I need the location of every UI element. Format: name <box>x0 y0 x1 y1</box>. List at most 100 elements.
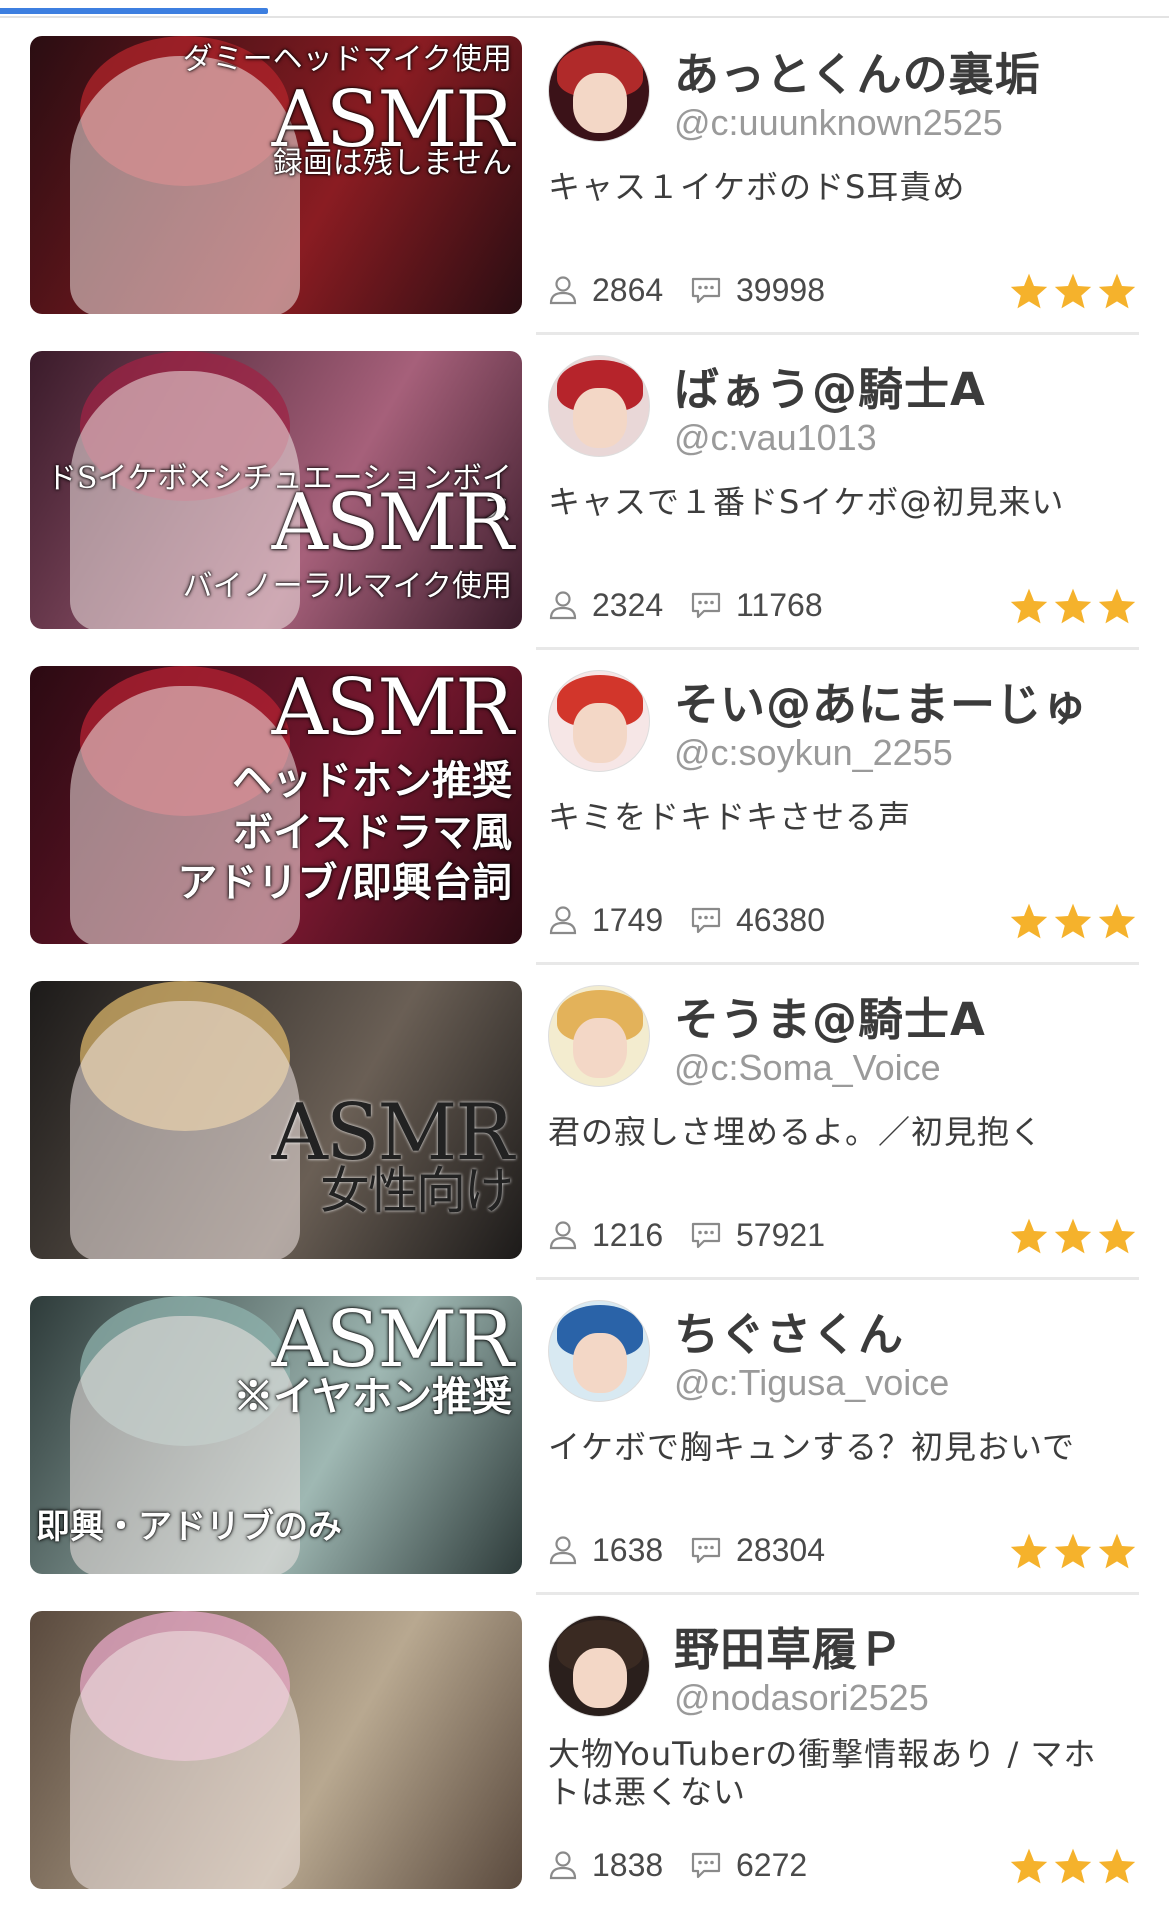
avatar-face <box>573 1333 627 1393</box>
broadcaster-handle: @c:Tigusa_voice <box>674 1362 950 1403</box>
stream-card[interactable]: 野田草履Ｐ @nodasori2525 大物YouTuberの衝撃情報あり / … <box>0 1595 1169 1910</box>
comment-count-value: 28304 <box>736 1531 825 1568</box>
stream-thumbnail[interactable]: ASMR 女性向け <box>30 981 522 1259</box>
thumbnail-caption-line: 録画は残しません <box>272 146 512 181</box>
rating-stars <box>1006 1847 1138 1885</box>
star-icon <box>1010 273 1048 309</box>
comment-count: 57921 <box>690 1215 825 1255</box>
stream-thumbnail[interactable] <box>30 1611 522 1889</box>
star-icon <box>1010 1848 1048 1884</box>
star-icon <box>1010 1533 1048 1569</box>
thumbnail-caption-line: ※イヤホン推奨 <box>233 1373 512 1420</box>
comment-count-value: 57921 <box>736 1216 825 1253</box>
broadcaster-handle: @c:uuunknown2525 <box>674 102 1003 143</box>
rating-stars <box>1006 1217 1138 1255</box>
broadcaster-name[interactable]: ばぁう@騎士A <box>674 353 986 418</box>
avatar-face <box>573 1018 627 1078</box>
stream-thumbnail[interactable]: ダミーヘッドマイク使用 ASMR 録画は残しません <box>30 36 522 314</box>
stream-card[interactable]: ドSイケボ×シチュエーションボイス ASMR バイノーラルマイク使用 ばぁう@騎士A… <box>0 335 1169 650</box>
avatar[interactable] <box>548 670 650 772</box>
listener-count-value: 1838 <box>592 1846 664 1883</box>
broadcaster-name[interactable]: 野田草履Ｐ <box>674 1613 904 1678</box>
thumbnail-caption-line: ダミーヘッドマイク使用 <box>182 42 512 77</box>
thumbnail-caption-line: ASMR <box>271 1296 514 1385</box>
star-icon <box>1054 588 1092 624</box>
listener-count: 1216 <box>548 1215 663 1255</box>
broadcaster-handle: @c:vau1013 <box>674 417 877 458</box>
stream-stats: 1838 6272 <box>548 1845 1138 1885</box>
stream-list: ダミーヘッドマイク使用 ASMR 録画は残しません あっとくんの裏垢 @c:uuun… <box>0 20 1169 1910</box>
comment-count: 46380 <box>690 900 825 940</box>
avatar[interactable] <box>548 40 650 142</box>
stream-card[interactable]: ASMR 女性向け そうま@騎士A @c:Soma_Voice 君の寂しさ埋めるよ… <box>0 965 1169 1280</box>
star-icon <box>1098 588 1136 624</box>
broadcaster-name[interactable]: あっとくんの裏垢 <box>674 38 1041 103</box>
listener-count-value: 1749 <box>592 901 664 938</box>
thumbnail-character <box>70 56 300 314</box>
rating-stars <box>1006 902 1138 940</box>
comment-icon <box>691 277 721 304</box>
stream-card[interactable]: ダミーヘッドマイク使用 ASMR 録画は残しません あっとくんの裏垢 @c:uuun… <box>0 20 1169 335</box>
avatar-face <box>573 388 627 448</box>
person-icon <box>549 1221 577 1250</box>
avatar[interactable] <box>548 355 650 457</box>
comment-count-value: 39998 <box>736 271 825 308</box>
stream-thumbnail[interactable]: ASMR ※イヤホン推奨即興・アドリブのみ <box>30 1296 522 1574</box>
avatar[interactable] <box>548 1615 650 1717</box>
avatar[interactable] <box>548 1300 650 1402</box>
thumbnail-caption-line: ボイスドラマ風 <box>233 809 512 856</box>
stream-card[interactable]: ASMR ヘッドホン推奨 ボイスドラマ風 アドリブ/即興台詞 そい@あにまーじゅ @c… <box>0 650 1169 965</box>
person-icon <box>549 1536 577 1565</box>
listener-count: 2324 <box>548 585 663 625</box>
star-icon <box>1010 903 1048 939</box>
thumbnail-caption-line: ASMR <box>271 478 514 568</box>
top-tab-bar <box>0 0 1169 18</box>
stream-thumbnail[interactable]: ASMR ヘッドホン推奨 ボイスドラマ風 アドリブ/即興台詞 <box>30 666 522 944</box>
stream-stats: 2324 11768 <box>548 585 1138 625</box>
stream-description: イケボで胸キュンする？初見おいで <box>548 1428 1076 1466</box>
comment-count: 11768 <box>690 585 823 625</box>
person-icon <box>549 1851 577 1880</box>
thumbnail-character <box>70 1001 300 1259</box>
star-icon <box>1054 1218 1092 1254</box>
listener-count-value: 1638 <box>592 1531 664 1568</box>
thumbnail-caption-line: ヘッドホン推奨 <box>232 757 512 804</box>
broadcaster-handle: @c:Soma_Voice <box>674 1047 941 1088</box>
stream-description: キャス１イケボのドS耳責め <box>548 168 966 206</box>
broadcaster-name[interactable]: そうま@騎士A <box>674 983 986 1048</box>
listener-count: 1749 <box>548 900 663 940</box>
broadcaster-name[interactable]: ちぐさくん <box>674 1298 904 1363</box>
comment-count: 6272 <box>690 1845 807 1885</box>
star-icon <box>1054 1848 1092 1884</box>
person-icon <box>549 591 577 620</box>
stream-thumbnail[interactable]: ドSイケボ×シチュエーションボイス ASMR バイノーラルマイク使用 <box>30 351 522 629</box>
rating-stars <box>1006 272 1138 310</box>
broadcaster-name[interactable]: そい@あにまーじゅ <box>674 668 1088 733</box>
comment-count-value: 11768 <box>736 586 823 623</box>
star-icon <box>1010 588 1048 624</box>
star-icon <box>1098 1533 1136 1569</box>
thumbnail-caption-line: 即興・アドリブのみ <box>36 1507 342 1547</box>
stream-card[interactable]: ASMR ※イヤホン推奨即興・アドリブのみ ちぐさくん @c:Tigusa_voi… <box>0 1280 1169 1595</box>
comment-icon <box>691 907 721 934</box>
comment-icon <box>691 1537 721 1564</box>
person-icon <box>549 276 577 305</box>
thumbnail-character <box>70 1631 300 1889</box>
avatar-face <box>573 1648 627 1708</box>
stream-stats: 1216 57921 <box>548 1215 1138 1255</box>
star-icon <box>1054 1533 1092 1569</box>
star-icon <box>1098 903 1136 939</box>
comment-icon <box>691 1852 721 1879</box>
thumbnail-caption-line: ASMR <box>271 666 514 753</box>
star-icon <box>1098 1848 1136 1884</box>
rating-stars <box>1006 587 1138 625</box>
comment-count-value: 6272 <box>736 1846 808 1883</box>
avatar[interactable] <box>548 985 650 1087</box>
listener-count-value: 1216 <box>592 1216 664 1253</box>
stream-stats: 1638 28304 <box>548 1530 1138 1570</box>
listener-count-value: 2864 <box>592 271 664 308</box>
stream-description: 大物YouTuberの衝撃情報あり / マホトは悪くない <box>548 1735 1097 1811</box>
stream-description: キャスで１番ドSイケボ@初見来い <box>548 483 1065 521</box>
stream-description: 君の寂しさ埋めるよ。／初見抱く <box>548 1113 1044 1151</box>
stream-description: キミをドキドキさせる声 <box>548 798 912 836</box>
